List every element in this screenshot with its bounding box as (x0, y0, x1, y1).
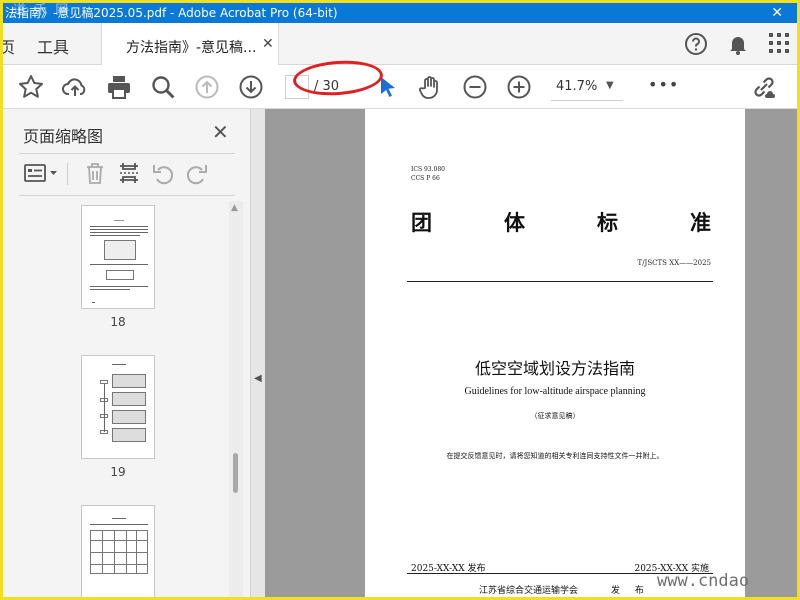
scroll-thumb[interactable] (233, 453, 238, 493)
chevron-down-icon: ▼ (606, 80, 614, 91)
undo-icon[interactable] (151, 161, 175, 185)
app-window: 法指南》-意见稿2025.05.pdf - Adobe Acrobat Pro … (3, 3, 797, 597)
thumbnail-list: 18 19 (3, 199, 229, 597)
thumbnail-page[interactable] (81, 505, 155, 597)
thumbnail-scrollbar[interactable]: ▲ (229, 201, 243, 597)
divider (19, 153, 235, 154)
thumbnail-page-number: 19 (110, 465, 126, 479)
scroll-up-icon[interactable]: ▲ (231, 203, 238, 213)
bell-icon[interactable] (726, 32, 750, 56)
page-down-icon[interactable] (238, 74, 264, 100)
divider (67, 163, 68, 185)
zoom-search-icon[interactable] (150, 74, 176, 100)
divider (19, 195, 235, 196)
publish-label: 发 布 (611, 586, 650, 596)
ics-code: ICS 93.080 CCS P 66 (411, 166, 445, 182)
thumbnail-page[interactable] (81, 355, 155, 459)
standard-type-title: 团 体 标 准 (411, 210, 711, 235)
share-link-icon[interactable] (751, 74, 777, 100)
redo-icon[interactable] (185, 161, 209, 185)
tab-tools[interactable]: 工具 (37, 34, 69, 58)
draft-label: （征求意见稿） (530, 412, 580, 420)
document-page: ICS 93.080 CCS P 66 团 体 标 准 T/JSCTS XX——… (365, 109, 745, 597)
panel-close-button[interactable]: ✕ (212, 120, 229, 144)
title-bar: 法指南》-意见稿2025.05.pdf - Adobe Acrobat Pro … (3, 3, 797, 23)
more-icon[interactable]: ••• (648, 75, 679, 94)
document-title: 低空空域划设方法指南 (474, 359, 635, 378)
zoom-in-icon[interactable] (506, 74, 532, 100)
zoom-out-icon[interactable] (462, 74, 488, 100)
thumbnail-page[interactable] (81, 205, 155, 309)
help-icon[interactable] (684, 32, 708, 56)
zoom-dropdown[interactable]: 41.7% ▼ (551, 73, 623, 101)
thumbnails-panel: 页面缩略图 ✕ 18 19 ▲ (3, 109, 251, 597)
main-toolbar: / 30 41.7% ▼ ••• (3, 65, 797, 109)
cloud-upload-icon[interactable] (62, 74, 88, 100)
document-view[interactable]: ICS 93.080 CCS P 66 团 体 标 准 T/JSCTS XX——… (265, 109, 797, 597)
patent-notice: 在提交反馈意见时，请将您知道的相关专利连同支持性文件一并附上。 (446, 452, 664, 460)
hand-icon[interactable] (417, 74, 443, 100)
star-icon[interactable] (18, 74, 44, 100)
apps-grid-icon[interactable] (768, 32, 790, 54)
panel-title: 页面缩略图 (23, 127, 104, 146)
zoom-value: 41.7% (556, 79, 598, 94)
corner-watermark: 道 禾 网 (13, 3, 71, 18)
standard-number: T/JSCTS XX——2025 (637, 259, 711, 267)
panel-toolbar (19, 159, 239, 189)
page-up-icon[interactable] (194, 74, 220, 100)
window-close-button[interactable]: ✕ (771, 3, 783, 23)
thumbnail-options-icon[interactable] (23, 161, 59, 185)
panel-collapse-gutter[interactable]: ◀ (251, 109, 265, 597)
site-watermark: www.cndao (657, 571, 750, 591)
tab-home[interactable]: 页 (3, 34, 15, 58)
delete-icon[interactable] (83, 161, 107, 185)
tab-document[interactable]: 方法指南》-意见稿... ✕ (101, 23, 279, 66)
tab-document-label: 方法指南》-意见稿... (126, 40, 257, 56)
tab-close-button[interactable]: ✕ (262, 36, 274, 52)
extract-icon[interactable] (117, 161, 141, 185)
tab-bar: 页 工具 方法指南》-意见稿... ✕ (3, 23, 797, 66)
thumbnail-page-number: 18 (110, 315, 126, 329)
document-title-english: Guidelines for low-altitude airspace pla… (464, 386, 646, 397)
print-icon[interactable] (106, 74, 132, 100)
publisher: 江苏省综合交通运输学会 (479, 586, 579, 596)
collapse-arrow-icon[interactable]: ◀ (254, 373, 262, 384)
divider (407, 281, 713, 282)
